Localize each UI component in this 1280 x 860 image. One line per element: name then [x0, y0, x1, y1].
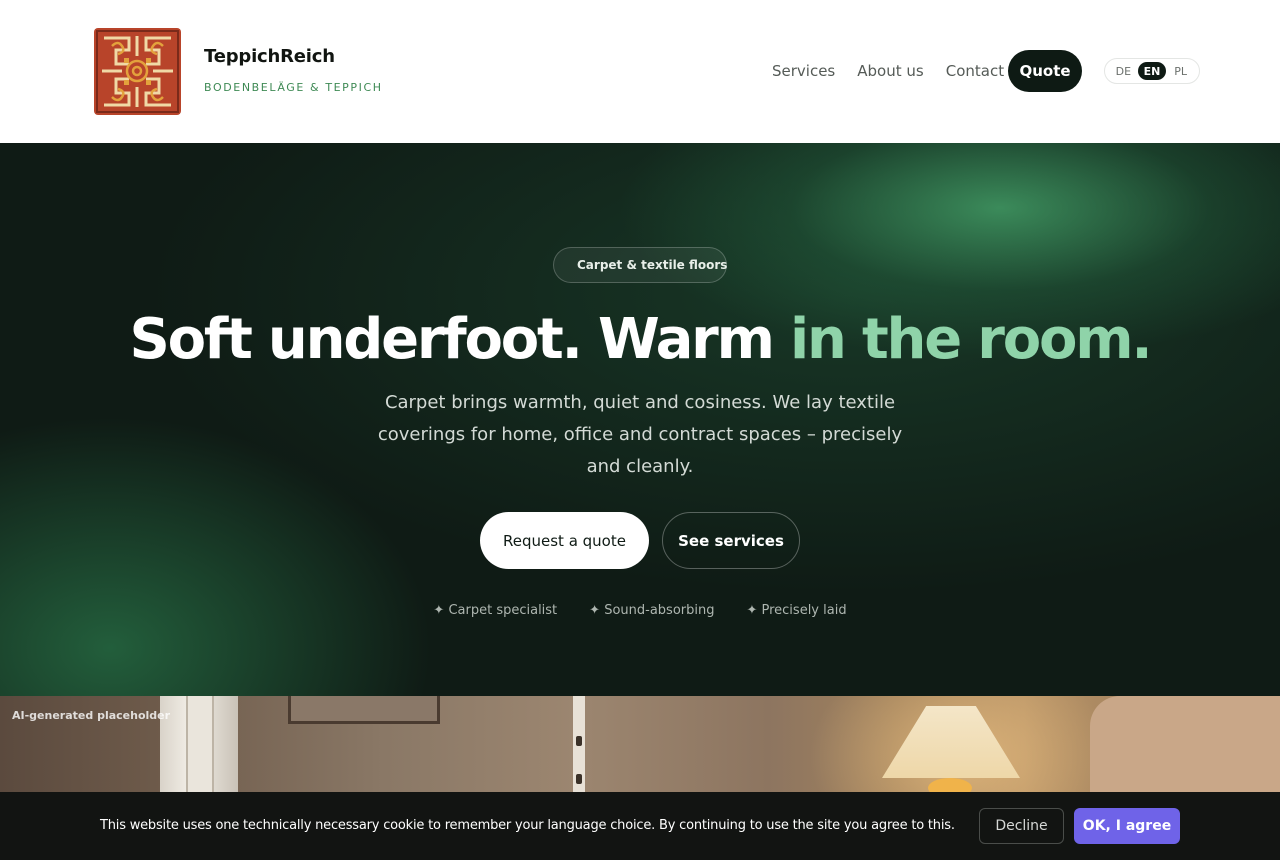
- nav-contact[interactable]: Contact: [946, 62, 1004, 80]
- see-services-button[interactable]: See services: [662, 512, 800, 569]
- cookie-accept-button[interactable]: OK, I agree: [1074, 808, 1180, 844]
- hero-headline: Soft underfoot. Warm in the room.: [0, 307, 1280, 372]
- language-switcher: DE EN PL: [1104, 58, 1200, 84]
- site-header: TeppichReich BODENBELÄGE & TEPPICH Servi…: [0, 0, 1280, 143]
- request-quote-button[interactable]: Request a quote: [480, 512, 649, 569]
- lang-pl[interactable]: PL: [1167, 62, 1195, 80]
- main-nav: Services About us Contact: [772, 50, 1026, 92]
- headline-green-part: in the room.: [790, 307, 1153, 372]
- brand-name[interactable]: TeppichReich: [204, 46, 335, 67]
- photo-picture-frame: [288, 696, 440, 724]
- cookie-decline-button[interactable]: Decline: [979, 808, 1064, 844]
- hero-subtext: Carpet brings warmth, quiet and cosiness…: [377, 392, 903, 477]
- cookie-text: This website uses one technically necess…: [100, 818, 955, 833]
- feature-item: ✦ Sound-absorbing: [589, 603, 715, 618]
- lang-en[interactable]: EN: [1137, 62, 1166, 80]
- hero-section: Carpet & textile floors Soft underfoot. …: [0, 143, 1280, 696]
- photo-hinge: [576, 774, 582, 784]
- photo-caption: AI-generated placeholder: [12, 709, 171, 722]
- hero-badge: Carpet & textile floors: [553, 247, 727, 283]
- headline-white-part: Soft underfoot. Warm: [129, 307, 791, 372]
- feature-item: ✦ Precisely laid: [746, 603, 847, 618]
- feature-list: ✦ Carpet specialist ✦ Sound-absorbing ✦ …: [0, 603, 1280, 618]
- brand-tagline: BODENBELÄGE & TEPPICH: [204, 81, 383, 94]
- feature-item: ✦ Carpet specialist: [433, 603, 558, 618]
- photo-hinge: [576, 736, 582, 746]
- nav-about-us[interactable]: About us: [857, 62, 923, 80]
- quote-button[interactable]: Quote: [1008, 50, 1082, 92]
- hero-badge-label: Carpet & textile floors: [577, 258, 728, 272]
- cookie-banner: This website uses one technically necess…: [0, 792, 1280, 860]
- lang-de[interactable]: DE: [1109, 62, 1137, 80]
- nav-services[interactable]: Services: [772, 62, 835, 80]
- carpet-pattern-logo-icon[interactable]: [94, 28, 181, 115]
